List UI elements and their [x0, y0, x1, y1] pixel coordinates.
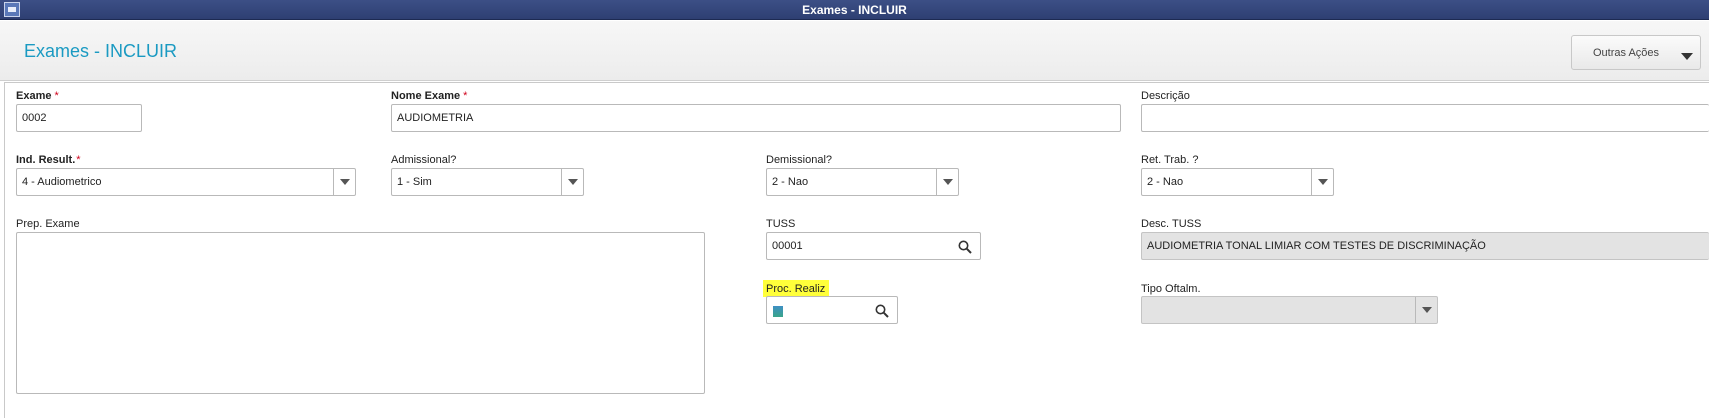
- demissional-select[interactable]: 2 - Nao: [766, 168, 959, 196]
- ind-result-select[interactable]: 4 - Audiometrico: [16, 168, 356, 196]
- prep-exame-label: Prep. Exame: [16, 218, 80, 230]
- nome-exame-field[interactable]: AUDIOMETRIA: [391, 104, 1121, 132]
- page-header: Exames - INCLUIR Outras Ações: [0, 21, 1709, 81]
- search-icon[interactable]: [958, 240, 972, 254]
- nome-exame-label: Nome Exame *: [391, 90, 468, 102]
- ind-result-label: Ind. Result.*: [16, 154, 81, 166]
- proc-realiz-label: Proc. Realiz: [763, 280, 830, 297]
- demissional-value: 2 - Nao: [772, 176, 809, 188]
- tipo-oftalm-select[interactable]: [1141, 296, 1438, 324]
- ret-trab-value: 2 - Nao: [1147, 176, 1184, 188]
- ind-result-value: 4 - Audiometrico: [22, 176, 102, 188]
- tuss-field[interactable]: 00001: [766, 232, 981, 260]
- descricao-label: Descrição: [1141, 90, 1190, 102]
- ret-trab-label: Ret. Trab. ?: [1141, 154, 1199, 166]
- admissional-select[interactable]: 1 - Sim: [391, 168, 584, 196]
- ret-trab-select[interactable]: 2 - Nao: [1141, 168, 1334, 196]
- prep-exame-textarea[interactable]: [16, 232, 705, 394]
- page-title: Exames - INCLUIR: [24, 41, 178, 61]
- chevron-down-icon[interactable]: [936, 169, 958, 195]
- tuss-label: TUSS: [766, 218, 796, 230]
- chevron-down-icon[interactable]: [1311, 169, 1333, 195]
- text-cursor-marker: [773, 306, 783, 317]
- proc-realiz-label-text: Proc. Realiz: [763, 280, 830, 297]
- other-actions-label: Outras Ações: [1593, 47, 1660, 59]
- other-actions-button[interactable]: Outras Ações: [1571, 35, 1701, 70]
- exame-field[interactable]: 0002: [16, 104, 142, 132]
- window-title: Exames - INCLUIR: [802, 3, 907, 17]
- chevron-down-icon[interactable]: [561, 169, 583, 195]
- admissional-label: Admissional?: [391, 154, 457, 166]
- demissional-label: Demissional?: [766, 154, 833, 166]
- tipo-oftalm-label: Tipo Oftalm.: [1141, 283, 1201, 295]
- desc-tuss-field: AUDIOMETRIA TONAL LIMIAR COM TESTES DE D…: [1141, 232, 1709, 260]
- descricao-field[interactable]: [1141, 104, 1709, 132]
- tuss-value: 00001: [772, 240, 803, 252]
- exame-label: Exame *: [16, 90, 59, 102]
- desc-tuss-label: Desc. TUSS: [1141, 218, 1202, 230]
- admissional-value: 1 - Sim: [397, 176, 432, 188]
- proc-realiz-field[interactable]: [766, 296, 898, 324]
- chevron-down-icon[interactable]: [333, 169, 355, 195]
- search-icon[interactable]: [875, 304, 889, 318]
- chevron-down-icon: [1681, 53, 1693, 60]
- window-titlebar: Exames - INCLUIR: [0, 0, 1709, 20]
- chevron-down-icon[interactable]: [1415, 297, 1437, 323]
